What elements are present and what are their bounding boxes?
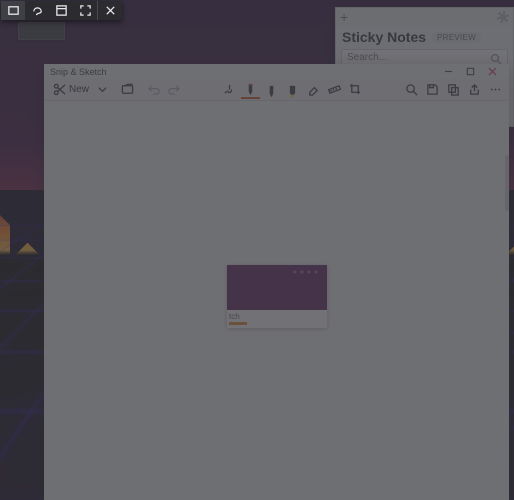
rectangle-icon: [7, 4, 20, 17]
screen-dim-overlay[interactable]: [0, 0, 514, 500]
close-icon: [104, 4, 117, 17]
fullscreen-icon: [79, 4, 92, 17]
close-snip-button[interactable]: [98, 1, 122, 20]
freeform-icon: [31, 4, 44, 17]
snip-mode-toolbar: [1, 1, 122, 20]
window-icon: [55, 4, 68, 17]
window-snip-button[interactable]: [49, 1, 73, 20]
fullscreen-snip-button[interactable]: [73, 1, 97, 20]
rectangular-snip-button[interactable]: [1, 1, 25, 20]
freeform-snip-button[interactable]: [25, 1, 49, 20]
